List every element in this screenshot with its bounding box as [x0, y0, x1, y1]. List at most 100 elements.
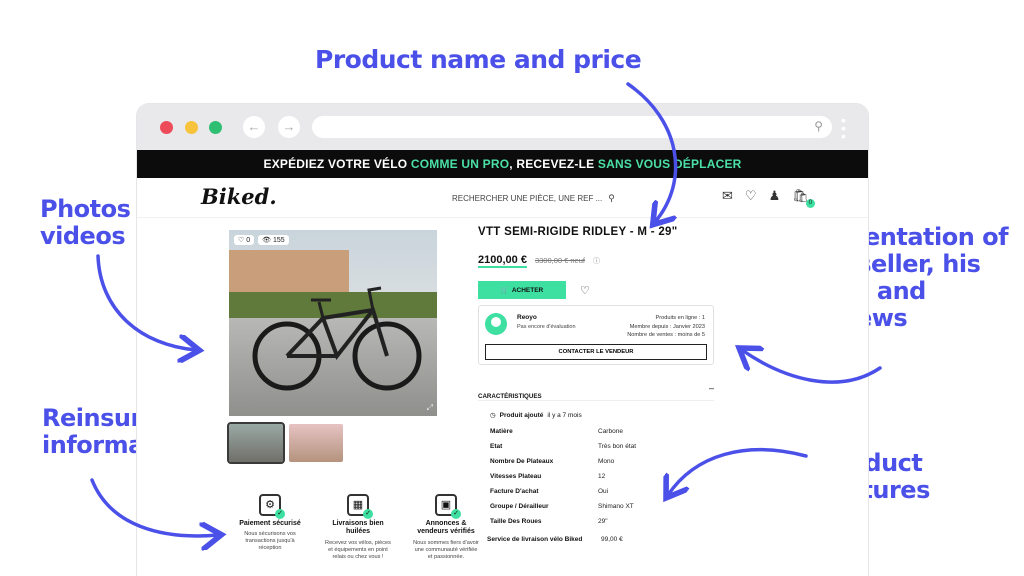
delivery-icon: ▦ ✓ [347, 494, 373, 519]
address-bar[interactable]: ⚲ [312, 116, 832, 138]
banner-highlight-2: SANS VOUS DÉPLACER [597, 157, 742, 171]
feature-key: Matière [490, 428, 513, 435]
info-icon[interactable]: ⓘ [593, 256, 600, 266]
minimize-dot[interactable] [185, 121, 198, 134]
added-label: Produit ajouté [499, 412, 544, 419]
new-price-strikethrough: 3300,00 € neuf [534, 256, 585, 265]
header-icons: ✉ ♡ ♟ 🛍 0 [722, 188, 815, 208]
bike-image [252, 286, 422, 391]
likes-count[interactable]: ♡ 0 [234, 235, 255, 245]
product-added: ◷ Produit ajouté il y a 7 mois [490, 411, 714, 419]
seller-rating-note: Pas encore d'évaluation [517, 324, 576, 330]
feature-value: 12 [598, 473, 606, 480]
buy-row: 🛒 ACHETER ♡ [478, 281, 714, 299]
clock-icon: ◷ [490, 412, 496, 419]
feature-key: Facture D'achat [490, 488, 539, 495]
features-table: Matière Carbone Etat Très bon état Nombre … [478, 424, 714, 547]
user-icon[interactable]: ♟ [769, 188, 781, 204]
promo-banner: EXPÉDIEZ VOTRE VÉLO COMME UN PRO, RECEVE… [137, 150, 868, 178]
thumbnail-2[interactable] [289, 424, 343, 462]
table-row: Vitesses Plateau 12 [478, 469, 714, 484]
banner-highlight-1: COMME UN PRO [410, 157, 510, 171]
seller-name[interactable]: Reoyo [517, 314, 537, 321]
reinsurance-title: Livraisons bien huilées [332, 520, 384, 536]
table-row: Taille Des Roues 29" [478, 514, 714, 529]
table-row: Matière Carbone [478, 424, 714, 439]
seller-stat: Produits en ligne : 1 [655, 315, 705, 321]
mail-icon[interactable]: ✉ [722, 188, 733, 204]
delivery-price: 99,00 € [601, 536, 623, 543]
seller-avatar[interactable] [485, 313, 507, 335]
forward-arrow-icon[interactable]: → [278, 116, 300, 138]
reinsurance-desc: Nous sécurisons vos transactions jusqu'à… [244, 531, 296, 552]
seller-card: Reoyo Pas encore d'évaluation Produits e… [478, 305, 714, 365]
back-arrow-icon[interactable]: ← [243, 116, 265, 138]
verified-listing-icon: ▣ ✓ [435, 494, 461, 519]
search-icon[interactable]: ⚲ [608, 193, 615, 203]
feature-value: Oui [598, 488, 609, 495]
feature-key: Nombre De Plateaux [490, 458, 554, 465]
search-placeholder: RECHERCHER UNE PIÈCE, UNE REF ... [452, 194, 603, 203]
feature-value: Shimano XT [598, 503, 634, 510]
annotation-product-name-price: Product name and price [315, 45, 642, 74]
collapse-icon[interactable]: – [709, 383, 714, 393]
feature-key: Etat [490, 443, 503, 450]
table-row: Groupe / Dérailleur Shimano XT [478, 499, 714, 514]
reinsurance-desc: Nous sommes fiers d'avoir une communauté… [413, 539, 479, 560]
reinsurance-title: Annonces & vendeurs vérifiés [417, 520, 475, 536]
product-title: VTT SEMI-RIGIDE RIDLEY - M - 29" [478, 226, 678, 238]
table-row: Nombre De Plateaux Mono [478, 454, 714, 469]
maximize-dot[interactable] [209, 121, 222, 134]
delivery-label: Service de livraison vélo Biked [487, 536, 583, 543]
thumbnail-1[interactable] [227, 422, 285, 464]
cart-icon: 🛒 [500, 287, 509, 294]
feature-key: Groupe / Dérailleur [490, 503, 549, 510]
expand-icon[interactable]: ⤢ [427, 403, 433, 413]
photo-thumbnails [227, 422, 343, 464]
delivery-row: Service de livraison vélo Biked 99,00 € [478, 532, 714, 547]
seller-stats: Produits en ligne : 1 Membre depuis : Ja… [627, 314, 705, 340]
banner-text-2: , RECEVEZ-LE [509, 157, 598, 171]
reinsurance-item: ▣ ✓ Annonces & vendeurs vérifiés Nous som… [413, 494, 479, 561]
heart-icon[interactable]: ♡ [745, 188, 757, 204]
reinsurance-block: ⚙ ✓ Paiement sécurisé Nous sécurisons vos… [237, 494, 479, 561]
price-line: 2100,00 € 3300,00 € neuf ⓘ [478, 254, 714, 268]
table-row: Etat Très bon état [478, 439, 714, 454]
favorite-heart-icon[interactable]: ♡ [580, 284, 590, 297]
feature-value: 29" [598, 518, 608, 525]
added-value: il y a 7 mois [547, 412, 582, 419]
photo-counters: ♡ 0 👁 155 [234, 235, 289, 245]
reinsurance-item: ⚙ ✓ Paiement sécurisé Nous sécurisons vos… [237, 494, 303, 561]
site-header: Biked. RECHERCHER UNE PIÈCE, UNE REF ...… [137, 178, 868, 218]
views-value: 155 [272, 237, 285, 244]
product-info: VTT SEMI-RIGIDE RIDLEY - M - 29" 2100,00… [478, 226, 714, 547]
banner-text-1: EXPÉDIEZ VOTRE VÉLO [263, 157, 411, 171]
buy-button[interactable]: 🛒 ACHETER [478, 281, 566, 299]
views-count: 👁 155 [258, 235, 289, 245]
feature-value: Mono [598, 458, 615, 465]
search-icon: ⚲ [814, 119, 823, 133]
browser-chrome: ← → ⚲ • • • [137, 104, 868, 150]
table-row: Facture D'achat Oui [478, 484, 714, 499]
close-dot[interactable] [160, 121, 173, 134]
product-price: 2100,00 € [478, 254, 527, 268]
secure-payment-icon: ⚙ ✓ [259, 494, 285, 519]
contact-seller-button[interactable]: CONTACTER LE VENDEUR [485, 344, 707, 360]
seller-stat: Membre depuis : Janvier 2023 [629, 323, 705, 330]
buy-label: ACHETER [511, 286, 544, 294]
reinsurance-title: Paiement sécurisé [239, 520, 301, 527]
reinsurance-desc: Recevez vos vélos, pièces et équipements… [325, 539, 391, 560]
likes-value: 0 [246, 237, 251, 244]
cart-icon[interactable]: 🛍 0 [792, 188, 815, 208]
characteristics-header[interactable]: CARACTÉRISTIQUES – [478, 383, 714, 401]
kebab-menu-icon[interactable]: • • • [841, 113, 846, 143]
biked-logo[interactable]: Biked. [201, 184, 277, 209]
feature-key: Vitesses Plateau [490, 473, 542, 480]
search-box[interactable]: RECHERCHER UNE PIÈCE, UNE REF ... ⚲ [452, 193, 615, 204]
characteristics-title: CARACTÉRISTIQUES [478, 393, 542, 400]
heart-icon: ♡ [238, 237, 245, 244]
product-page: Biked. RECHERCHER UNE PIÈCE, UNE REF ...… [137, 178, 868, 576]
seller-stat: Nombre de ventes : moins de 5 [627, 332, 705, 339]
feature-key: Taille Des Roues [490, 518, 542, 525]
product-photo[interactable]: ♡ 0 👁 155 ⤢ [229, 230, 437, 416]
